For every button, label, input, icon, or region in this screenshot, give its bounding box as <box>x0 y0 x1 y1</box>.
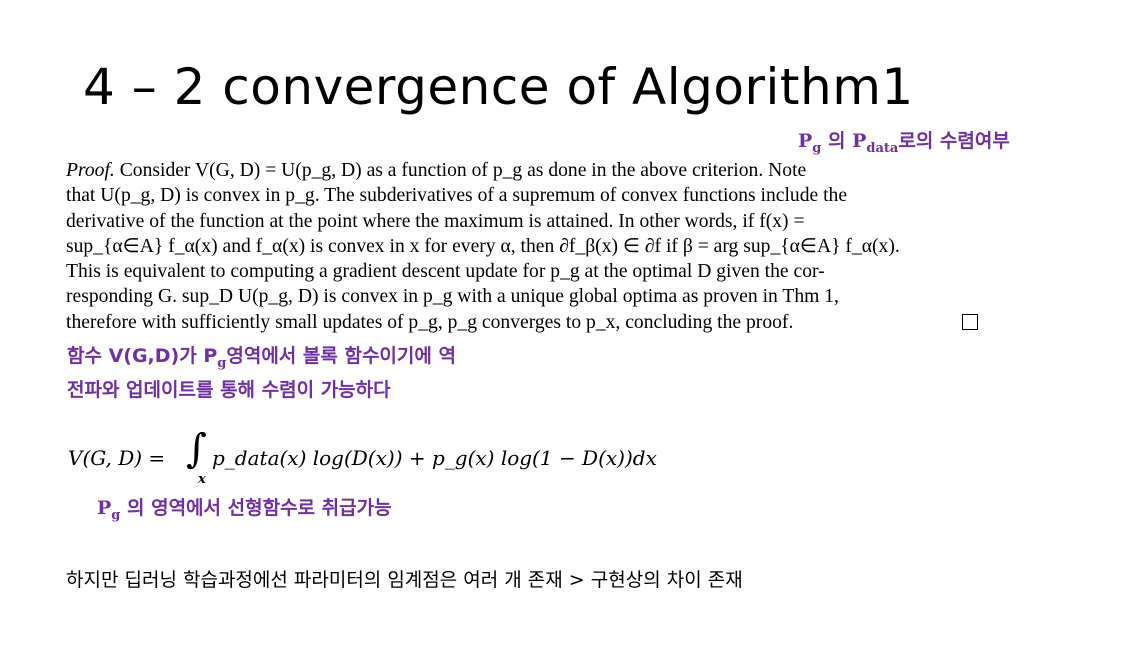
pdata-subscript: data <box>866 140 899 156</box>
linear-text: 의 영역에서 선형함수로 취급가능 <box>120 497 392 519</box>
linear-annotation: Pg 의 영역에서 선형함수로 취급가능 <box>97 493 392 523</box>
proof-body: Consider V(G, D) = U(p_g, D) as a functi… <box>66 160 900 333</box>
equation-lhs: V(G, D) = <box>68 446 166 470</box>
convex-annotation: 함수 V(G,D)가 Pg영역에서 볼록 함수이기에 역 전파와 업데이트를 통… <box>67 343 456 404</box>
proof-lead: Proof. <box>66 160 115 181</box>
proof-paragraph: Proof. Consider V(G, D) = U(p_g, D) as a… <box>66 158 980 335</box>
convex-head: 함수 V(G,D)가 P <box>67 345 218 367</box>
convergence-text: 로의 수렴여부 <box>898 130 1010 152</box>
bottom-note: 하지만 딥러닝 학습과정에선 파라미터의 임계점은 여러 개 존재 > 구현상의… <box>66 569 743 591</box>
qed-square <box>962 314 978 330</box>
integral-sign: ∫ <box>186 426 207 472</box>
integral-subscript: x <box>198 472 206 487</box>
pg-symbol: P <box>798 130 813 152</box>
convex-subscript: g <box>217 355 227 371</box>
pdata-symbol: 의 P <box>821 130 867 152</box>
value-function-equation: V(G, D) = ∫ x p_data(x) log(D(x)) + p_g(… <box>68 426 708 492</box>
linear-pg: P <box>97 497 112 519</box>
convergence-annotation: Pg 의 Pdata로의 수렴여부 <box>798 126 1010 156</box>
equation-rhs: p_data(x) log(D(x)) + p_g(x) log(1 − D(x… <box>212 446 657 470</box>
slide-title: 4 – 2 convergence of Algorithm1 <box>83 58 914 116</box>
